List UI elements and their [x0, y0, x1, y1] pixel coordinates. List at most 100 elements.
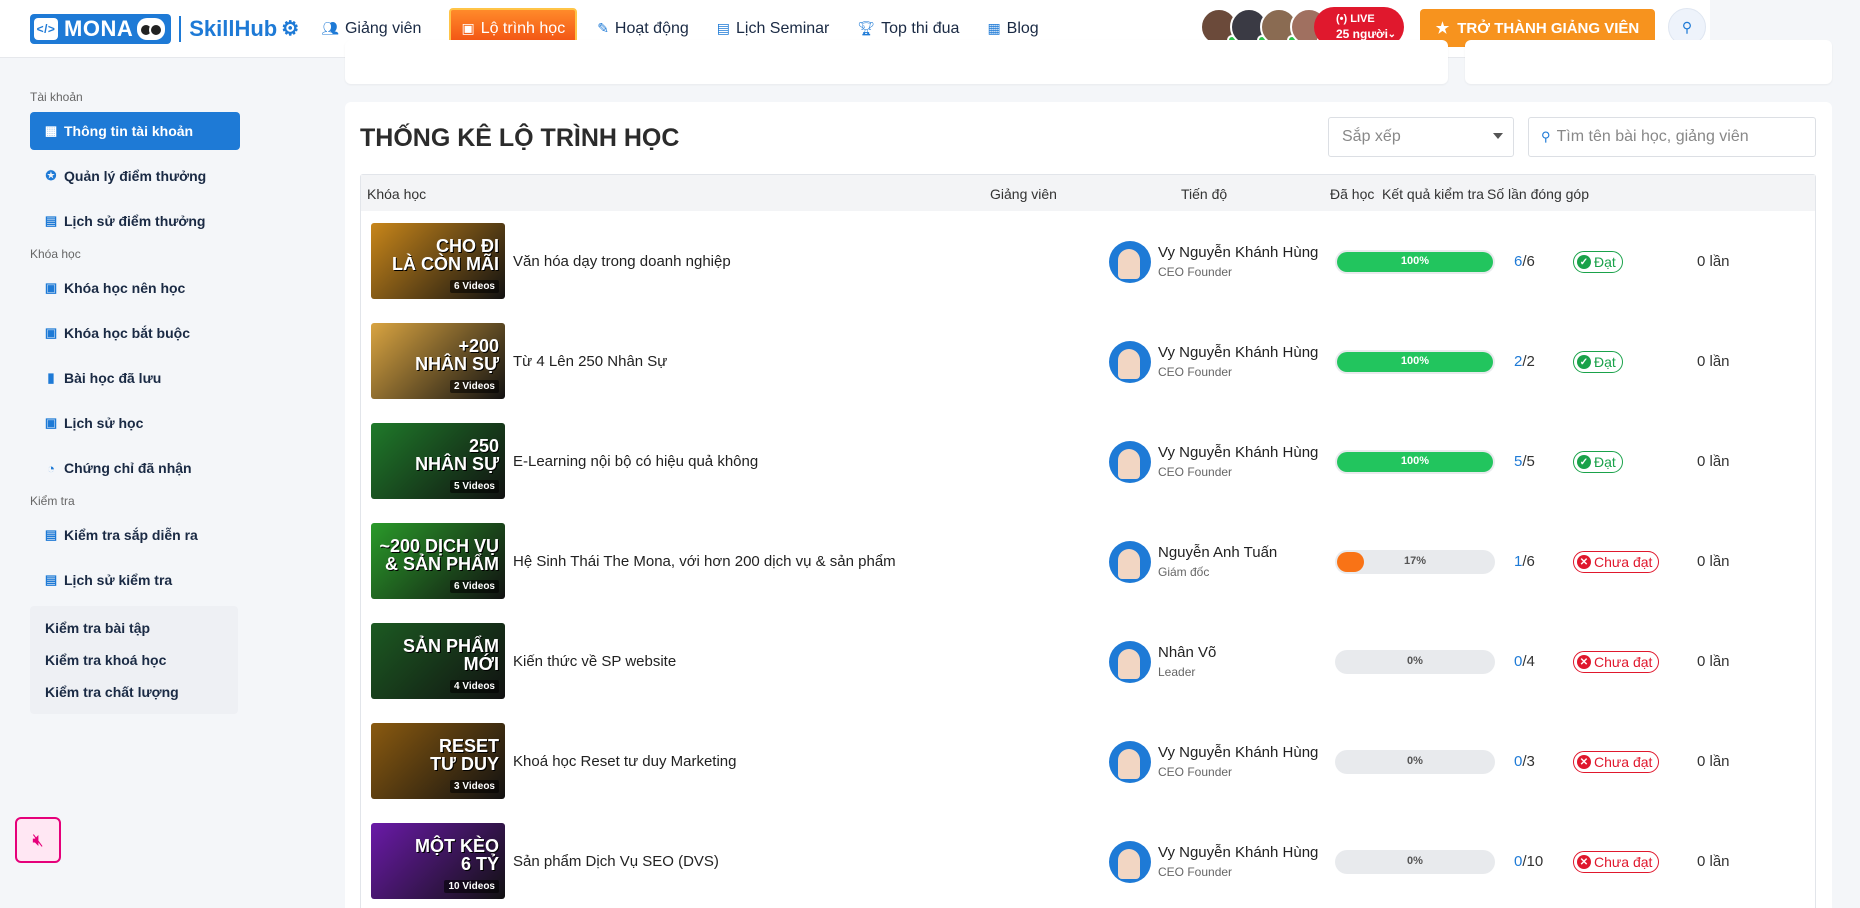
- sidebar-item-learn-history[interactable]: ▣ Lịch sử học: [30, 404, 240, 442]
- sidebar: Tài khoản ▦ Thông tin tài khoản ✪ Quản lý …: [30, 90, 240, 714]
- sidebar-item-saved[interactable]: ▮ Bài học đã lưu: [30, 359, 240, 397]
- column-header-learned[interactable]: Đã học: [1330, 186, 1374, 202]
- learned-total: /4: [1522, 653, 1535, 670]
- teacher-role: CEO Founder: [1158, 865, 1233, 879]
- owl-icon: [137, 17, 166, 40]
- column-header-test-result[interactable]: Kết quả kiểm tra: [1382, 186, 1484, 202]
- test-result-label: Đạt: [1594, 354, 1616, 370]
- sidebar-item-certificates[interactable]: ◔ Chứng chỉ đã nhận: [30, 449, 240, 487]
- teacher-avatar: [1109, 441, 1151, 483]
- column-header-contributions[interactable]: Số lần đóng góp: [1487, 186, 1589, 202]
- teacher-role: CEO Founder: [1158, 265, 1233, 279]
- test-result-label: Đạt: [1594, 454, 1616, 470]
- column-header-progress[interactable]: Tiến độ: [1181, 186, 1227, 202]
- nav-label: Giảng viên: [344, 19, 422, 37]
- thumbnail-caption: +200 NHÂN SỰ: [415, 336, 499, 374]
- learned-total: /3: [1522, 753, 1535, 770]
- test-submenu: Kiểm tra bài tập Kiểm tra khoá học Kiểm …: [30, 606, 238, 714]
- trophy-icon: 🏆︎: [857, 20, 876, 36]
- teacher-avatar: [1109, 341, 1151, 383]
- course-thumbnail[interactable]: RESET TƯ DUY 3 Videos: [371, 723, 505, 799]
- contribution-count: 0 lần: [1697, 753, 1730, 770]
- nav-label: Blog: [1006, 19, 1039, 37]
- blog-icon: ▦: [987, 20, 1001, 36]
- calendar-icon: ▤: [716, 20, 730, 36]
- progress-bar: 0%: [1335, 650, 1495, 674]
- learned-count: 0/4: [1514, 653, 1535, 670]
- sidebar-item-required[interactable]: ▣ Khóa học bắt buộc: [30, 314, 240, 352]
- course-name[interactable]: Văn hóa dạy trong doanh nghiệp: [513, 253, 731, 270]
- column-header-course[interactable]: Khóa học: [367, 186, 426, 202]
- video-count: 5 Videos: [450, 480, 499, 493]
- progress-label: 100%: [1400, 455, 1430, 467]
- column-header-teacher[interactable]: Giảng viên: [990, 186, 1057, 202]
- check-circle-icon: ✓: [1577, 255, 1591, 269]
- sidebar-item-recommended[interactable]: ▣ Khóa học nên học: [30, 269, 240, 307]
- teacher-role: CEO Founder: [1158, 765, 1233, 779]
- video-count: 6 Videos: [450, 280, 499, 293]
- top-card: [1465, 40, 1832, 84]
- course-thumbnail[interactable]: MỘT KÈO 6 TỶ 10 Videos: [371, 823, 505, 899]
- test-icon: ▤: [44, 527, 58, 542]
- course-name[interactable]: Sản phẩm Dịch Vụ SEO (DVS): [513, 853, 719, 870]
- sidebar-item-label: Khóa học nên học: [64, 280, 186, 296]
- table-row[interactable]: +200 NHÂN SỰ 2 Videos Từ 4 Lên 250 Nhân Sự…: [361, 311, 1815, 411]
- submenu-item-course-test[interactable]: Kiểm tra khoá học: [30, 644, 238, 676]
- sidebar-item-label: Lịch sử kiểm tra: [64, 572, 173, 588]
- mute-button[interactable]: 🔇︎: [15, 817, 61, 863]
- sidebar-item-upcoming-tests[interactable]: ▤ Kiểm tra sắp diễn ra: [30, 516, 240, 554]
- progress-bar: 100%: [1335, 250, 1495, 274]
- users-icon: 👥︎: [321, 20, 339, 36]
- logo[interactable]: </> MONA SkillHub ⚙: [30, 13, 300, 44]
- table-row[interactable]: MỘT KÈO 6 TỶ 10 Videos Sản phẩm Dịch Vụ SE…: [361, 811, 1815, 908]
- course-name[interactable]: E-Learning nội bộ có hiệu quả không: [513, 453, 758, 470]
- submenu-item-homework[interactable]: Kiểm tra bài tập: [30, 612, 238, 644]
- course-thumbnail[interactable]: 250 NHÂN SỰ 5 Videos: [371, 423, 505, 499]
- learned-count: 0/10: [1514, 853, 1543, 870]
- teacher-role: Leader: [1158, 665, 1196, 679]
- course-name[interactable]: Hệ Sinh Thái The Mona, với hơn 200 dịch …: [513, 553, 896, 570]
- nav-label: Lịch Seminar: [736, 19, 830, 37]
- cta-label: TRỞ THÀNH GIẢNG VIÊN: [1457, 19, 1640, 37]
- table-row[interactable]: SẢN PHẨM MỚI 4 Videos Kiến thức về SP webs…: [361, 611, 1815, 711]
- course-name[interactable]: Từ 4 Lên 250 Nhân Sự: [513, 353, 667, 370]
- page-edge: [1844, 0, 1860, 908]
- test-result-badge: ✕ Chưa đạt: [1573, 551, 1660, 573]
- sidebar-item-account-info[interactable]: ▦ Thông tin tài khoản: [30, 112, 240, 150]
- teacher-name: Vy Nguyễn Khánh Hùng: [1158, 444, 1319, 461]
- table-header: Khóa học Giảng viên Tiến độ Đã học Kết q…: [361, 175, 1815, 211]
- submenu-item-quality-test[interactable]: Kiểm tra chất lượng: [30, 676, 238, 708]
- search-field[interactable]: ⚲: [1528, 117, 1816, 157]
- x-circle-icon: ✕: [1577, 655, 1591, 669]
- course-name[interactable]: Khoá học Reset tư duy Marketing: [513, 753, 737, 770]
- thumbnail-caption: SẢN PHẨM MỚI: [402, 636, 499, 674]
- thumbnail-caption: RESET TƯ DUY: [430, 736, 499, 774]
- search-input[interactable]: [1556, 128, 1797, 146]
- learned-total: /6: [1522, 253, 1535, 270]
- course-thumbnail[interactable]: CHO ĐI LÀ CÒN MÃI 6 Videos: [371, 223, 505, 299]
- table-row[interactable]: RESET TƯ DUY 3 Videos Khoá học Reset tư du…: [361, 711, 1815, 811]
- page-title: THỐNG KÊ LỘ TRÌNH HỌC: [360, 124, 680, 152]
- caret-down-icon: [1493, 133, 1503, 139]
- sort-select[interactable]: Sắp xếp: [1328, 117, 1514, 157]
- progress-label: 100%: [1400, 255, 1430, 267]
- sidebar-item-reward-history[interactable]: ▤ Lịch sử điểm thưởng: [30, 202, 240, 240]
- clock-icon: ◔: [47, 460, 55, 476]
- teacher-name: Nguyễn Anh Tuấn: [1158, 544, 1278, 561]
- sidebar-item-label: Thông tin tài khoản: [64, 123, 194, 139]
- table-row[interactable]: CHO ĐI LÀ CÒN MÃI 6 Videos Văn hóa dạy tro…: [361, 211, 1815, 311]
- sidebar-item-test-history[interactable]: ▤ Lịch sử kiểm tra: [30, 561, 240, 599]
- learned-count: 5/5: [1514, 453, 1535, 470]
- teacher-avatar: [1109, 841, 1151, 883]
- logo-divider: [179, 15, 182, 42]
- course-name[interactable]: Kiến thức về SP website: [513, 653, 676, 670]
- table-row[interactable]: ~200 DỊCH VỤ & SẢN PHẨM 6 Videos Hệ Sinh T…: [361, 511, 1815, 611]
- course-thumbnail[interactable]: +200 NHÂN SỰ 2 Videos: [371, 323, 505, 399]
- learned-count: 6/6: [1514, 253, 1535, 270]
- gear-icon: ⚙: [281, 18, 300, 40]
- course-thumbnail[interactable]: SẢN PHẨM MỚI 4 Videos: [371, 623, 505, 699]
- sidebar-item-reward-points[interactable]: ✪ Quản lý điểm thưởng: [30, 157, 240, 195]
- table-row[interactable]: 250 NHÂN SỰ 5 Videos E-Learning nội bộ có …: [361, 411, 1815, 511]
- course-thumbnail[interactable]: ~200 DỊCH VỤ & SẢN PHẨM 6 Videos: [371, 523, 505, 599]
- dashboard-icon: ▦: [44, 123, 58, 138]
